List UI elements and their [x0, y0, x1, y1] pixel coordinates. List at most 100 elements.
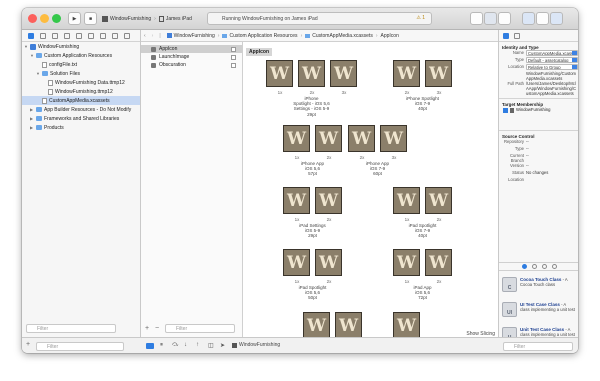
- app-icon-image[interactable]: W: [393, 312, 420, 339]
- navigator-item[interactable]: ▶ Frameworks and Shared Libraries: [22, 114, 140, 123]
- navigator-item[interactable]: ▼ Custom Application Resources: [22, 51, 140, 60]
- asset-set-item[interactable]: Obscuration: [141, 61, 242, 69]
- checkbox[interactable]: [231, 46, 236, 52]
- version-editor-button[interactable]: [498, 12, 511, 25]
- asset-filter[interactable]: Filter: [165, 324, 235, 333]
- navigator-item[interactable]: WindowFurnishing.ttmp12: [22, 87, 140, 96]
- debug-target[interactable]: WindowFurnishing: [232, 342, 280, 348]
- view-debugger-icon[interactable]: ◫: [208, 342, 214, 349]
- pause-icon[interactable]: ⏸: [160, 342, 163, 349]
- app-icon-image[interactable]: W: [298, 60, 325, 87]
- breakpoint-icon[interactable]: [112, 32, 118, 39]
- quick-help-icon[interactable]: [514, 32, 520, 39]
- app-icon-image[interactable]: W: [283, 125, 310, 152]
- app-icon-image[interactable]: W: [393, 249, 420, 276]
- navigator-filter[interactable]: Filter: [26, 324, 116, 333]
- test-icon[interactable]: [88, 32, 94, 39]
- app-icon-image[interactable]: W: [330, 60, 357, 87]
- navigator-item[interactable]: ▼ WindowFurnishing: [22, 42, 140, 51]
- app-icon-image[interactable]: W: [335, 312, 362, 339]
- breadcrumb-folder[interactable]: Custom Application Resources: [219, 33, 300, 39]
- console-filter[interactable]: Filter: [503, 342, 573, 351]
- warning-badge[interactable]: ⚠ 1: [416, 15, 425, 21]
- source-control-icon[interactable]: [40, 32, 46, 39]
- forward-button[interactable]: ›: [149, 33, 157, 39]
- issue-icon[interactable]: [76, 32, 82, 39]
- step-into-icon[interactable]: ↓: [184, 342, 187, 348]
- breadcrumb-project[interactable]: WindowFurnishing: [164, 33, 218, 39]
- navigator-item[interactable]: ▼ Solution Files: [22, 69, 140, 78]
- app-icon-image[interactable]: W: [393, 60, 420, 87]
- type-popup[interactable]: Default - assetcatalog: [526, 57, 578, 63]
- navigator-item[interactable]: CustomAppMedia.xcassets: [22, 96, 140, 105]
- full-path-value: /Users/James/Desktop/MclAApp/WindowFurni…: [526, 81, 577, 96]
- step-out-icon[interactable]: ↑: [196, 342, 199, 348]
- target-checkbox[interactable]: [503, 107, 508, 113]
- file-inspector-icon[interactable]: [503, 32, 509, 39]
- scale-label: 2x: [326, 217, 332, 222]
- app-icon-image[interactable]: W: [380, 125, 407, 152]
- app-icon-image[interactable]: W: [425, 60, 452, 87]
- file-template-item[interactable]: UI UI Test Case Class - A class implement…: [499, 299, 578, 323]
- file-template-item[interactable]: UUnit Test Case Class - A class implemen…: [499, 324, 578, 337]
- toggle-debug-button[interactable]: [536, 12, 549, 25]
- app-icon-image[interactable]: W: [425, 187, 452, 214]
- object-library-icon[interactable]: [541, 264, 547, 269]
- app-icon-image[interactable]: W: [315, 249, 342, 276]
- toggle-navigator-button[interactable]: [522, 12, 535, 25]
- close-window-button[interactable]: [28, 14, 37, 23]
- assistant-editor-button[interactable]: [484, 12, 497, 25]
- add-file-button[interactable]: +: [26, 341, 30, 348]
- app-icon-image[interactable]: W: [283, 249, 310, 276]
- stop-button[interactable]: ■: [84, 12, 97, 25]
- report-icon[interactable]: [124, 32, 130, 39]
- debug-target-label: WindowFurnishing: [239, 342, 281, 348]
- minimize-window-button[interactable]: [40, 14, 49, 23]
- app-icon-image[interactable]: W: [315, 125, 342, 152]
- app-icon-image[interactable]: W: [425, 249, 452, 276]
- location-popup[interactable]: Relative to Group: [526, 64, 578, 70]
- run-button[interactable]: ▶: [68, 12, 81, 25]
- navigator-item-label: WindowFurnishing Data.ttmp12: [55, 79, 125, 86]
- jump-bar: ‹ › | WindowFurnishing › Custom Applicat…: [141, 30, 498, 42]
- file-template-icon: UI: [502, 302, 517, 317]
- media-library-icon[interactable]: [551, 264, 557, 269]
- asset-set-item[interactable]: AppIcon: [141, 45, 242, 53]
- back-button[interactable]: ‹: [141, 33, 149, 39]
- app-icon-image[interactable]: W: [303, 312, 330, 339]
- toggle-inspector-button[interactable]: [550, 12, 563, 25]
- app-icon-image[interactable]: W: [348, 125, 375, 152]
- bottom-filter[interactable]: Filter: [36, 342, 124, 351]
- navigator-item[interactable]: configFile.txt: [22, 60, 140, 69]
- file-template-icon[interactable]: [521, 264, 527, 269]
- checkbox[interactable]: [231, 54, 236, 60]
- file-template-icon: U: [502, 327, 517, 337]
- folder-icon[interactable]: [28, 32, 34, 39]
- navigator-item[interactable]: ▶ Products: [22, 123, 140, 132]
- scheme-selector[interactable]: WindowFurnishing › James iPad: [102, 12, 192, 25]
- name-field[interactable]: CustomAppMedia.xcassets: [526, 50, 578, 56]
- step-over-icon[interactable]: ⤼: [172, 342, 178, 349]
- debug-icon[interactable]: [100, 32, 106, 39]
- breadcrumb-set[interactable]: AppIcon: [378, 33, 402, 39]
- remove-button[interactable]: −: [155, 325, 159, 332]
- code-snippet-icon[interactable]: [531, 264, 537, 269]
- app-icon-image[interactable]: W: [393, 187, 420, 214]
- search-icon[interactable]: [64, 32, 70, 39]
- standard-editor-button[interactable]: [470, 12, 483, 25]
- file-template-item[interactable]: C Cocoa Touch Class - A Cocoa Touch class: [499, 274, 578, 298]
- breadcrumb-catalog[interactable]: CustomAppMedia.xcassets: [302, 33, 376, 39]
- toggle-debug-area-icon[interactable]: [146, 343, 154, 349]
- checkbox[interactable]: [231, 62, 236, 68]
- navigator-item[interactable]: WindowFurnishing Data.ttmp12: [22, 78, 140, 87]
- app-icon-image[interactable]: W: [266, 60, 293, 87]
- zoom-window-button[interactable]: [52, 14, 61, 23]
- icon-group-label: iPhone Spotlight - iOS 5,6 Settings - iOS …: [282, 96, 342, 117]
- add-button[interactable]: +: [145, 325, 149, 332]
- asset-set-item[interactable]: LaunchImage: [141, 53, 242, 61]
- symbol-icon[interactable]: [52, 32, 58, 39]
- navigator-item[interactable]: ▶ App Builder Resources - Do Not Modify: [22, 105, 140, 114]
- app-icon-image[interactable]: W: [315, 187, 342, 214]
- location-icon[interactable]: ➤: [220, 342, 225, 349]
- app-icon-image[interactable]: W: [283, 187, 310, 214]
